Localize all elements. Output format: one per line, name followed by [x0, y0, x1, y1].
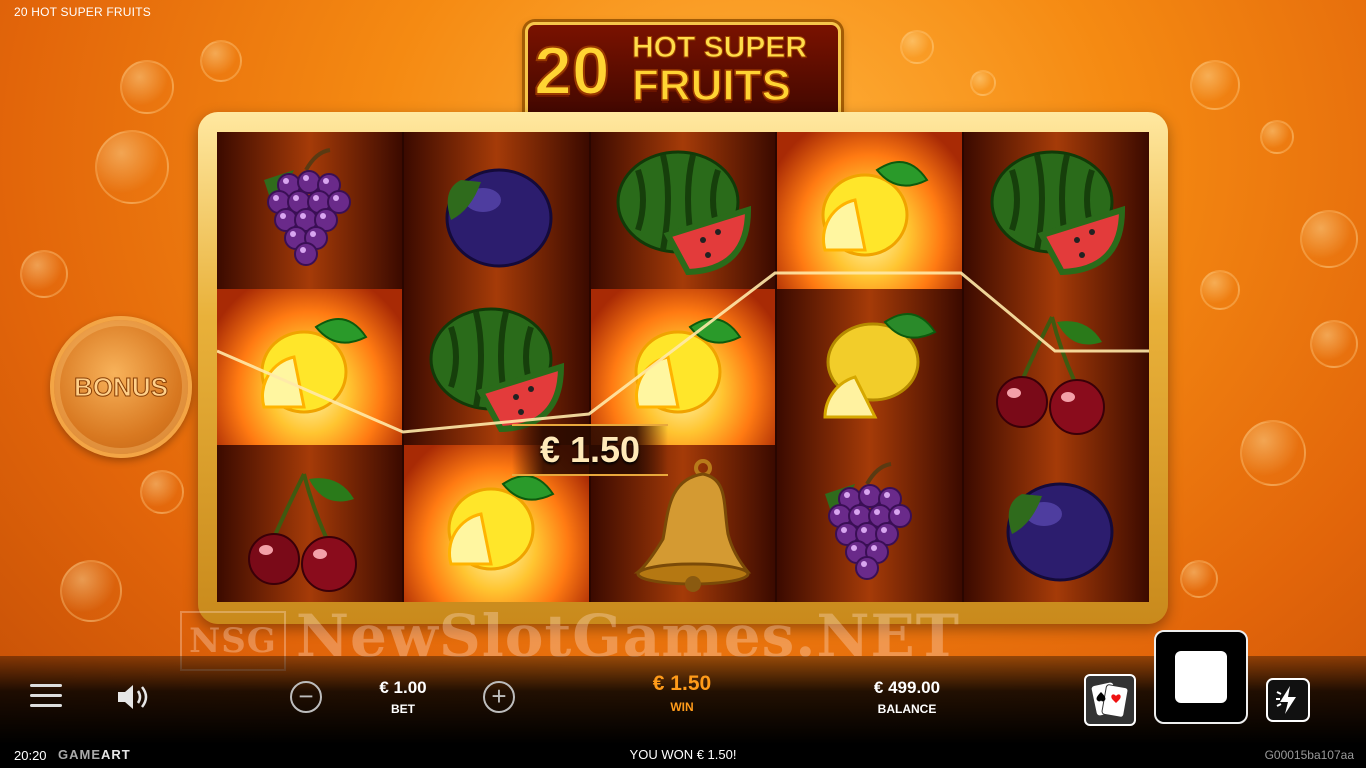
menu-icon[interactable]: [30, 684, 62, 710]
bet-display: € 1.00 BET: [355, 678, 451, 716]
bonus-button[interactable]: BONUS: [50, 316, 192, 458]
logo-number: 20: [533, 32, 611, 110]
symbol-hot-lemon: [777, 132, 963, 289]
win-display: € 1.50 WIN: [630, 672, 734, 714]
symbol-plum: [404, 132, 589, 289]
win-label: WIN: [670, 700, 694, 714]
symbol-plum: [964, 445, 1149, 602]
balance-label: BALANCE: [877, 702, 937, 716]
increase-bet-button[interactable]: +: [483, 681, 515, 713]
balance-display: € 499.00 BALANCE: [850, 678, 964, 716]
symbol-cherries: [217, 445, 402, 602]
symbol-cherries: [964, 289, 1149, 446]
logo-line2: FRUITS: [631, 60, 791, 111]
reel-grid: [217, 132, 1149, 603]
gamble-cards-button[interactable]: [1084, 674, 1136, 726]
win-amount-badge: € 1.50: [512, 424, 668, 476]
reel-3: [590, 132, 776, 602]
reel-4: [777, 132, 963, 602]
symbol-hot-lemon: [590, 288, 776, 446]
reel-5: [964, 132, 1149, 602]
decrease-bet-button[interactable]: −: [290, 681, 322, 713]
win-message: YOU WON € 1.50!: [629, 747, 737, 762]
win-value: € 1.50: [652, 672, 712, 695]
symbol-watermelon: [964, 132, 1149, 289]
reel-2: [403, 132, 589, 603]
turbo-button[interactable]: [1266, 678, 1310, 722]
reel-1: [217, 132, 402, 602]
bet-value: € 1.00: [379, 678, 427, 697]
balance-value: € 499.00: [873, 678, 941, 697]
playing-cards-icon: [1091, 682, 1129, 718]
bonus-label: BONUS: [74, 371, 169, 402]
lightning-icon: [1276, 686, 1296, 714]
symbol-watermelon: [591, 132, 776, 289]
logo-line1: HOT SUPER: [631, 31, 808, 65]
symbol-lemon: [777, 289, 962, 446]
game-title: 20 HOT SUPER FRUITS: [14, 5, 151, 19]
sound-icon[interactable]: [116, 682, 152, 717]
symbol-grapes: [217, 132, 402, 289]
symbol-hot-lemon: [217, 288, 402, 446]
stop-icon: [1175, 651, 1227, 703]
bet-label: BET: [391, 702, 415, 716]
symbol-watermelon: [404, 289, 589, 446]
status-bar: 20:20 GAMEART YOU WON € 1.50! G00015ba10…: [0, 744, 1366, 768]
spin-stop-button[interactable]: [1154, 630, 1248, 724]
game-id: G00015ba107aa: [1264, 748, 1354, 762]
game-logo: 20 HOT SUPER FRUITS: [525, 22, 841, 124]
symbol-grapes: [777, 445, 962, 602]
